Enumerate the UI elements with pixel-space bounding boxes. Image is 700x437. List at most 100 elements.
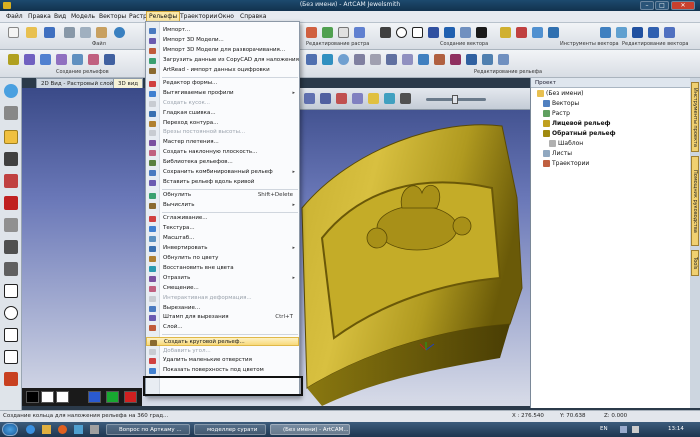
polygon-icon[interactable] — [4, 328, 18, 342]
tray-lang[interactable]: EN — [600, 426, 608, 432]
menu-item-22[interactable]: Текстура... — [146, 224, 299, 234]
quicklaunch-app2-icon[interactable] — [90, 425, 99, 434]
relief-stamp-icon[interactable] — [434, 54, 445, 65]
view-shade-icon[interactable] — [352, 93, 363, 104]
line-icon[interactable] — [4, 196, 18, 210]
menu-item-6[interactable]: Редактор формы... — [146, 79, 299, 89]
vector-split-icon[interactable] — [664, 27, 675, 38]
project-item-template[interactable]: Шаблон — [549, 140, 583, 147]
new-file-icon[interactable] — [8, 27, 19, 38]
quicklaunch-media-icon[interactable] — [58, 425, 67, 434]
vector-node-icon[interactable] — [600, 27, 611, 38]
menu-item-9[interactable]: Гладкая сшивка... — [146, 109, 299, 119]
relief-swept-icon[interactable] — [56, 54, 67, 65]
taskbar-item-browser[interactable]: Вопрос по Арткаму ... — [106, 424, 190, 435]
menu-item-32[interactable]: Слой... — [146, 323, 299, 333]
menu-item-15[interactable]: Сохранить комбинированный рельеф ▸ — [146, 168, 299, 178]
view-paint-icon[interactable] — [384, 93, 395, 104]
vector-smooth-icon[interactable] — [616, 27, 627, 38]
relief-pattern-icon[interactable] — [450, 54, 461, 65]
tray-volume-icon[interactable] — [632, 426, 639, 433]
vector-line-icon[interactable] — [380, 27, 391, 38]
menu-item-35[interactable]: Добавить угол... — [146, 347, 299, 357]
tab-3d-view[interactable]: 3D вид — [113, 78, 144, 88]
menu-item-13[interactable]: Создать наклонную плоскость... — [146, 148, 299, 158]
raster-fill-icon[interactable] — [322, 27, 333, 38]
menu-file[interactable]: Файл — [4, 13, 25, 20]
paste-icon[interactable] — [96, 27, 107, 38]
view-front-icon[interactable] — [336, 93, 347, 104]
polyline-icon[interactable] — [4, 262, 18, 276]
taskbar-item-artcam[interactable]: (Без имени) - ArtCAM... — [270, 424, 350, 435]
vector-spiral-icon[interactable] — [460, 27, 471, 38]
camera-icon[interactable] — [4, 106, 18, 120]
menu-item-18[interactable]: Обнулить Shift+Delete — [146, 191, 299, 201]
project-item-back-relief[interactable]: Обратный рельеф — [543, 130, 616, 137]
relief-extrude-icon[interactable] — [24, 54, 35, 65]
swatch-green[interactable] — [106, 391, 119, 403]
menu-item-11[interactable]: Врезы постоянной высоты... — [146, 128, 299, 138]
view-light-icon[interactable] — [368, 93, 379, 104]
project-item-toolpaths[interactable]: Траектории — [543, 160, 589, 167]
undo-icon[interactable] — [114, 27, 125, 38]
menu-item-23[interactable]: Масштаб... — [146, 234, 299, 244]
menu-item-29[interactable]: Интерактивная деформация... — [146, 294, 299, 304]
vector-join-icon[interactable] — [648, 27, 659, 38]
menu-item-16[interactable]: Вставить рельеф вдоль кривой — [146, 178, 299, 188]
menu-model[interactable]: Модель — [69, 13, 97, 20]
open-file-icon[interactable] — [26, 27, 37, 38]
menu-item-27[interactable]: Отразить ▸ — [146, 274, 299, 284]
menu-help[interactable]: Справка — [238, 13, 268, 20]
tab-2d-view[interactable]: 2D Вид - Растровый слой — [36, 78, 119, 88]
relief-dome-icon[interactable] — [338, 54, 349, 65]
relief-shape-icon[interactable] — [8, 54, 19, 65]
menu-item-30[interactable]: Вырезание... — [146, 304, 299, 314]
swatch-white-2[interactable] — [56, 391, 69, 403]
menu-item-24[interactable]: Инвертировать ▸ — [146, 244, 299, 254]
menu-item-19[interactable]: Вычислить ▸ — [146, 201, 299, 211]
vector-weld-icon[interactable] — [516, 27, 527, 38]
text-icon[interactable] — [4, 372, 18, 386]
knife-icon[interactable] — [4, 218, 18, 232]
menu-item-10[interactable]: Переход контура... — [146, 119, 299, 129]
menu-window[interactable]: Окно — [216, 13, 236, 20]
menu-toolpaths[interactable]: Траектории — [178, 13, 219, 20]
vector-close-icon[interactable] — [632, 27, 643, 38]
relief-plane-icon[interactable] — [104, 54, 115, 65]
project-root[interactable]: (Без имени) — [537, 90, 584, 97]
menu-item-28[interactable]: Смещение... — [146, 284, 299, 294]
project-item-sheets[interactable]: Листы — [543, 150, 572, 157]
copy-icon[interactable] — [80, 27, 91, 38]
relief-cut-icon[interactable] — [482, 54, 493, 65]
view-iso-icon[interactable] — [304, 93, 315, 104]
vector-text-icon[interactable] — [476, 27, 487, 38]
vector-align-icon[interactable] — [548, 27, 559, 38]
close-button[interactable]: ✕ — [671, 1, 695, 10]
swatch-blue[interactable] — [88, 391, 101, 403]
menu-item-34[interactable]: Создать круговой рельеф... — [146, 336, 299, 347]
raster-brush-icon[interactable] — [306, 27, 317, 38]
menu-item-0[interactable]: Импорт... — [146, 26, 299, 36]
minimize-button[interactable]: – — [640, 1, 654, 10]
relief-sculpt-icon[interactable] — [322, 54, 333, 65]
side-tab-guide[interactable]: Помощник руководства — [691, 156, 699, 246]
menu-item-3[interactable]: Загрузить данные из CopyCAD для наложени… — [146, 56, 299, 66]
relief-weave-icon[interactable] — [88, 54, 99, 65]
taskbar-item-viewer[interactable]: моделлер сурати — [194, 424, 266, 435]
relief-scale-icon[interactable] — [418, 54, 429, 65]
view-slider-thumb[interactable] — [452, 95, 458, 104]
menu-edit[interactable]: Правка — [26, 13, 53, 20]
select-arrow-icon[interactable] — [4, 130, 18, 144]
raster-eraser-icon[interactable] — [338, 27, 349, 38]
bezier-icon[interactable] — [4, 240, 18, 254]
menu-item-31[interactable]: Штамп для вырезания Ctrl+T — [146, 313, 299, 323]
globe-icon[interactable] — [4, 84, 18, 98]
side-tab-project-tools[interactable]: Инструменты проекта — [691, 82, 699, 152]
menu-item-36[interactable]: Удалить маленькие отверстия — [146, 356, 299, 366]
menu-vectors[interactable]: Векторы — [97, 13, 128, 20]
relief-mirror-icon[interactable] — [386, 54, 397, 65]
menu-item-12[interactable]: Мастер плетения... — [146, 138, 299, 148]
relief-texture-icon[interactable] — [354, 54, 365, 65]
cut-icon[interactable] — [64, 27, 75, 38]
start-button[interactable] — [2, 423, 18, 436]
